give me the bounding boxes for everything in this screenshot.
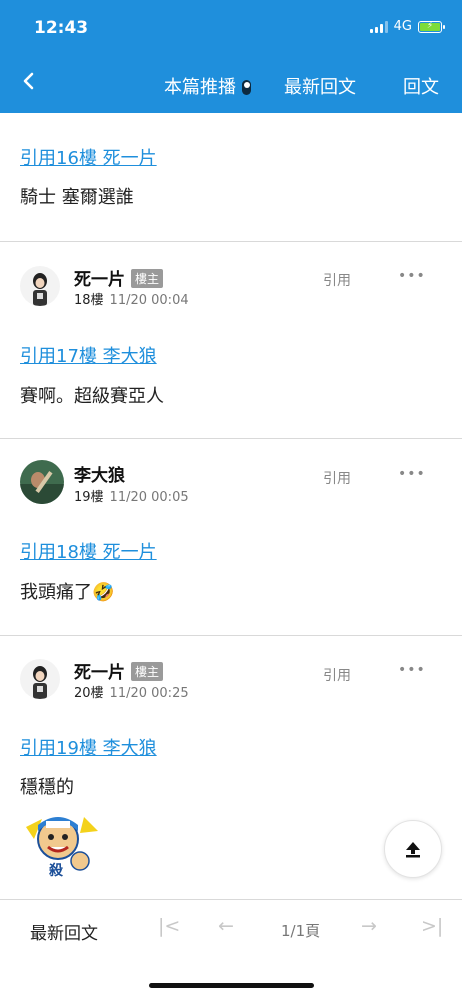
prev-page-icon[interactable]: ←	[218, 915, 234, 937]
avatar[interactable]	[20, 659, 60, 699]
post-text: 騎士 塞爾選誰	[20, 187, 134, 208]
sticker-image: 殺	[20, 809, 100, 879]
avatar[interactable]	[20, 460, 64, 504]
network-label: 4G	[393, 19, 412, 34]
home-indicator	[149, 983, 314, 988]
sticker-label: 殺	[48, 862, 64, 879]
post-item: 引用16樓 死一片 騎士 塞爾選誰	[0, 113, 462, 242]
post-text: 穩穩的	[20, 777, 74, 798]
post-item: 死一片 樓主 18樓 11/20 00:04 引用 ••• 引用17樓 李大狼 賽啊…	[0, 242, 462, 439]
latest-replies-button[interactable]: 最新回文	[284, 73, 356, 99]
scroll-to-top-button[interactable]	[384, 820, 442, 878]
status-time: 12:43	[34, 18, 89, 38]
latest-replies-button[interactable]: 最新回文	[30, 919, 98, 944]
push-notify-label: 本篇推播	[164, 77, 236, 98]
signal-icon	[369, 20, 388, 33]
post-time: 11/20 00:05	[109, 490, 189, 505]
more-options-button[interactable]: •••	[398, 466, 426, 482]
toggle-icon	[242, 80, 251, 95]
floor-number: 19樓	[74, 490, 104, 505]
more-options-button[interactable]: •••	[398, 662, 426, 678]
op-badge: 樓主	[131, 269, 164, 288]
post-meta: 18樓 11/20 00:04	[74, 289, 189, 308]
author-name[interactable]: 死一片 樓主	[74, 265, 164, 290]
quote-link[interactable]: 引用19樓 李大狼	[20, 734, 157, 760]
post-item: 李大狼 19樓 11/20 00:05 引用 ••• 引用18樓 死一片 我頭痛了…	[0, 439, 462, 636]
floor-number: 18樓	[74, 293, 104, 308]
post-time: 11/20 00:04	[109, 293, 189, 308]
quote-link[interactable]: 引用16樓 死一片	[20, 144, 157, 170]
avatar-image	[20, 659, 60, 699]
back-button[interactable]	[22, 70, 36, 98]
op-badge: 樓主	[131, 662, 164, 681]
more-options-button[interactable]: •••	[398, 268, 426, 284]
battery-icon: ⚡	[418, 20, 445, 33]
page-indicator[interactable]: 1/1頁	[281, 920, 320, 941]
next-page-icon[interactable]: →	[361, 915, 377, 937]
floor-number: 20樓	[74, 686, 104, 701]
quote-link[interactable]: 引用17樓 李大狼	[20, 342, 157, 368]
bottom-pagination-bar: 最新回文 |< ← 1/1頁 → >|	[0, 899, 462, 959]
arrow-up-icon	[406, 842, 420, 858]
avatar-image	[20, 266, 60, 306]
avatar[interactable]	[20, 266, 60, 306]
status-indicators: 4G ⚡	[369, 19, 445, 34]
last-page-icon[interactable]: >|	[421, 915, 443, 937]
quote-button[interactable]: 引用	[323, 665, 351, 685]
avatar-image	[20, 460, 64, 504]
nav-bar: 本篇推播 最新回文 回文	[0, 56, 462, 113]
post-time: 11/20 00:25	[109, 686, 189, 701]
post-text: 賽啊。超級賽亞人	[20, 386, 164, 407]
post-list: 引用16樓 死一片 騎士 塞爾選誰 死一片 樓主 18樓 11/20 00:04 引…	[0, 113, 462, 896]
chevron-left-icon	[23, 72, 34, 90]
reply-button[interactable]: 回文	[403, 73, 439, 99]
quote-button[interactable]: 引用	[323, 468, 351, 488]
quote-button[interactable]: 引用	[323, 270, 351, 290]
push-notify-toggle[interactable]: 本篇推播	[164, 73, 251, 99]
first-page-icon[interactable]: |<	[158, 915, 180, 937]
post-meta: 20樓 11/20 00:25	[74, 682, 189, 701]
status-bar: 12:43 4G ⚡	[0, 0, 462, 56]
quote-link[interactable]: 引用18樓 死一片	[20, 538, 157, 564]
post-text: 我頭痛了🤣	[20, 582, 115, 603]
post-meta: 19樓 11/20 00:05	[74, 486, 189, 505]
author-name[interactable]: 死一片 樓主	[74, 658, 164, 683]
author-name[interactable]: 李大狼	[74, 461, 125, 486]
